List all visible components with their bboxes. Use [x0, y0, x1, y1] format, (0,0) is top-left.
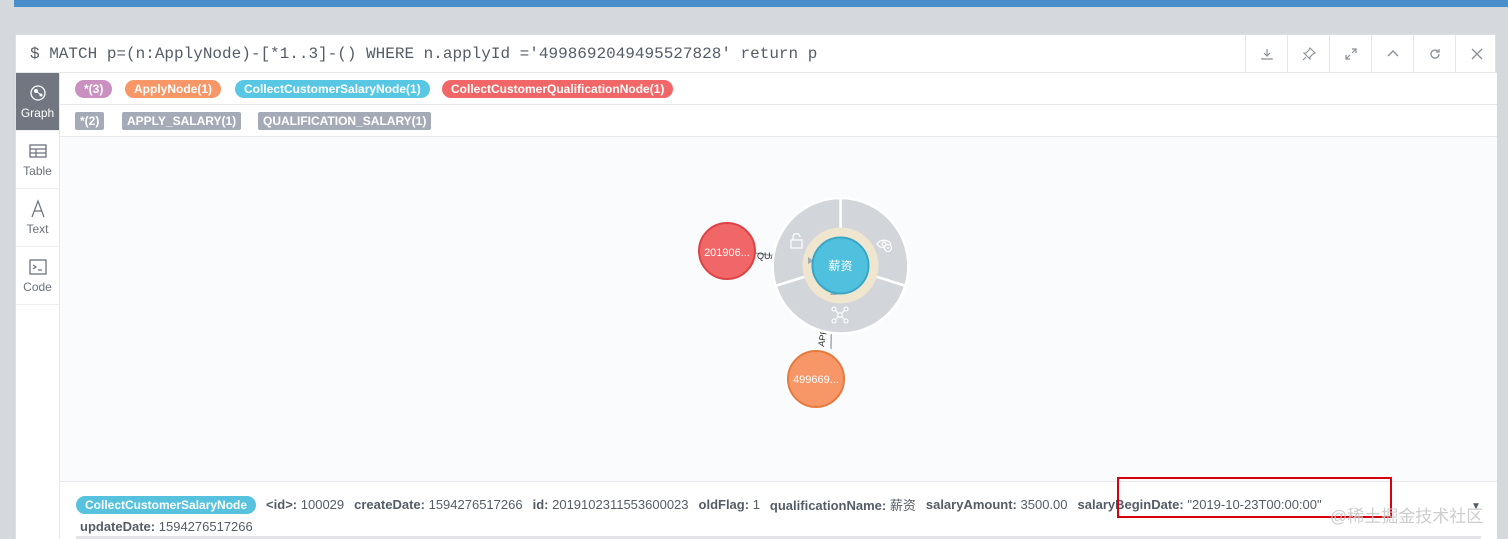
sidebar-item-graph[interactable]: Graph [16, 73, 59, 131]
expand-icon[interactable] [1329, 35, 1371, 73]
legend-node-salary[interactable]: CollectCustomerSalaryNode(1) [235, 80, 430, 98]
legend-rel-all[interactable]: *(2) [75, 112, 105, 130]
node-qualification[interactable]: 201906... [698, 222, 756, 280]
view-sidebar: Graph Table Text Code [16, 73, 60, 539]
download-icon[interactable] [1245, 35, 1287, 73]
property: qualificationName: 薪资 [769, 498, 916, 513]
property: oldFlag: 1 [698, 497, 760, 512]
result-frame: $ MATCH p=(n:ApplyNode)-[*1..3]-() WHERE… [15, 34, 1497, 539]
inspector-label[interactable]: CollectCustomerSalaryNode [76, 495, 257, 514]
collapse-icon[interactable] [1371, 35, 1413, 73]
sidebar-item-label: Graph [20, 106, 55, 120]
node-caption: 薪资 [828, 259, 852, 273]
rerun-icon[interactable] [1413, 35, 1455, 73]
sidebar-item-table[interactable]: Table [16, 131, 59, 189]
property: id: 2019102311553600023 [532, 497, 689, 512]
node-caption: 201906... [704, 247, 750, 259]
code-icon [28, 259, 47, 275]
sidebar-item-text[interactable]: Text [16, 189, 59, 247]
node-label-legend: *(3) ApplyNode(1) CollectCustomerSalaryN… [60, 73, 1497, 105]
property: updateDate: 1594276517266 [80, 519, 253, 534]
sidebar-item-code[interactable]: Code [16, 247, 59, 305]
legend-node-applynode[interactable]: ApplyNode(1) [125, 80, 221, 98]
text-icon [30, 199, 45, 218]
node-apply[interactable]: 499669... [787, 350, 845, 408]
sidebar-item-label: Table [23, 164, 52, 178]
property: <id>: 100029 [266, 497, 345, 512]
legend-rel-apply-salary[interactable]: APPLY_SALARY(1) [122, 112, 242, 130]
relationship-legend: *(2) APPLY_SALARY(1) QUALIFICATION_SALAR… [60, 105, 1497, 137]
table-icon [28, 144, 47, 158]
watermark: @稀土掘金技术社区 [1330, 507, 1484, 526]
legend-rel-qualification-salary[interactable]: QUALIFICATION_SALARY(1) [258, 112, 432, 130]
command-bar: $ MATCH p=(n:ApplyNode)-[*1..3]-() WHERE… [16, 35, 1497, 73]
property: salaryAmount: 3500.00 [925, 497, 1068, 512]
close-icon[interactable] [1455, 35, 1497, 73]
query-text[interactable]: $ MATCH p=(n:ApplyNode)-[*1..3]-() WHERE… [30, 45, 817, 63]
property: createDate: 1594276517266 [354, 497, 523, 512]
frame-actions [1245, 35, 1497, 73]
sidebar-item-label: Text [26, 222, 49, 236]
sidebar-item-label: Code [23, 280, 52, 294]
legend-node-all[interactable]: *(3) [75, 80, 113, 98]
legend-node-qualification[interactable]: CollectCustomerQualificationNode(1) [442, 80, 674, 98]
node-salary[interactable]: 薪资 [811, 236, 870, 295]
node-caption: 499669... [793, 374, 839, 386]
graph-canvas[interactable]: QUA APP 薪资 201906... 499669... [60, 137, 1497, 481]
graph-icon [29, 85, 46, 101]
pin-icon[interactable] [1287, 35, 1329, 73]
top-accent-bar [14, 0, 1508, 7]
